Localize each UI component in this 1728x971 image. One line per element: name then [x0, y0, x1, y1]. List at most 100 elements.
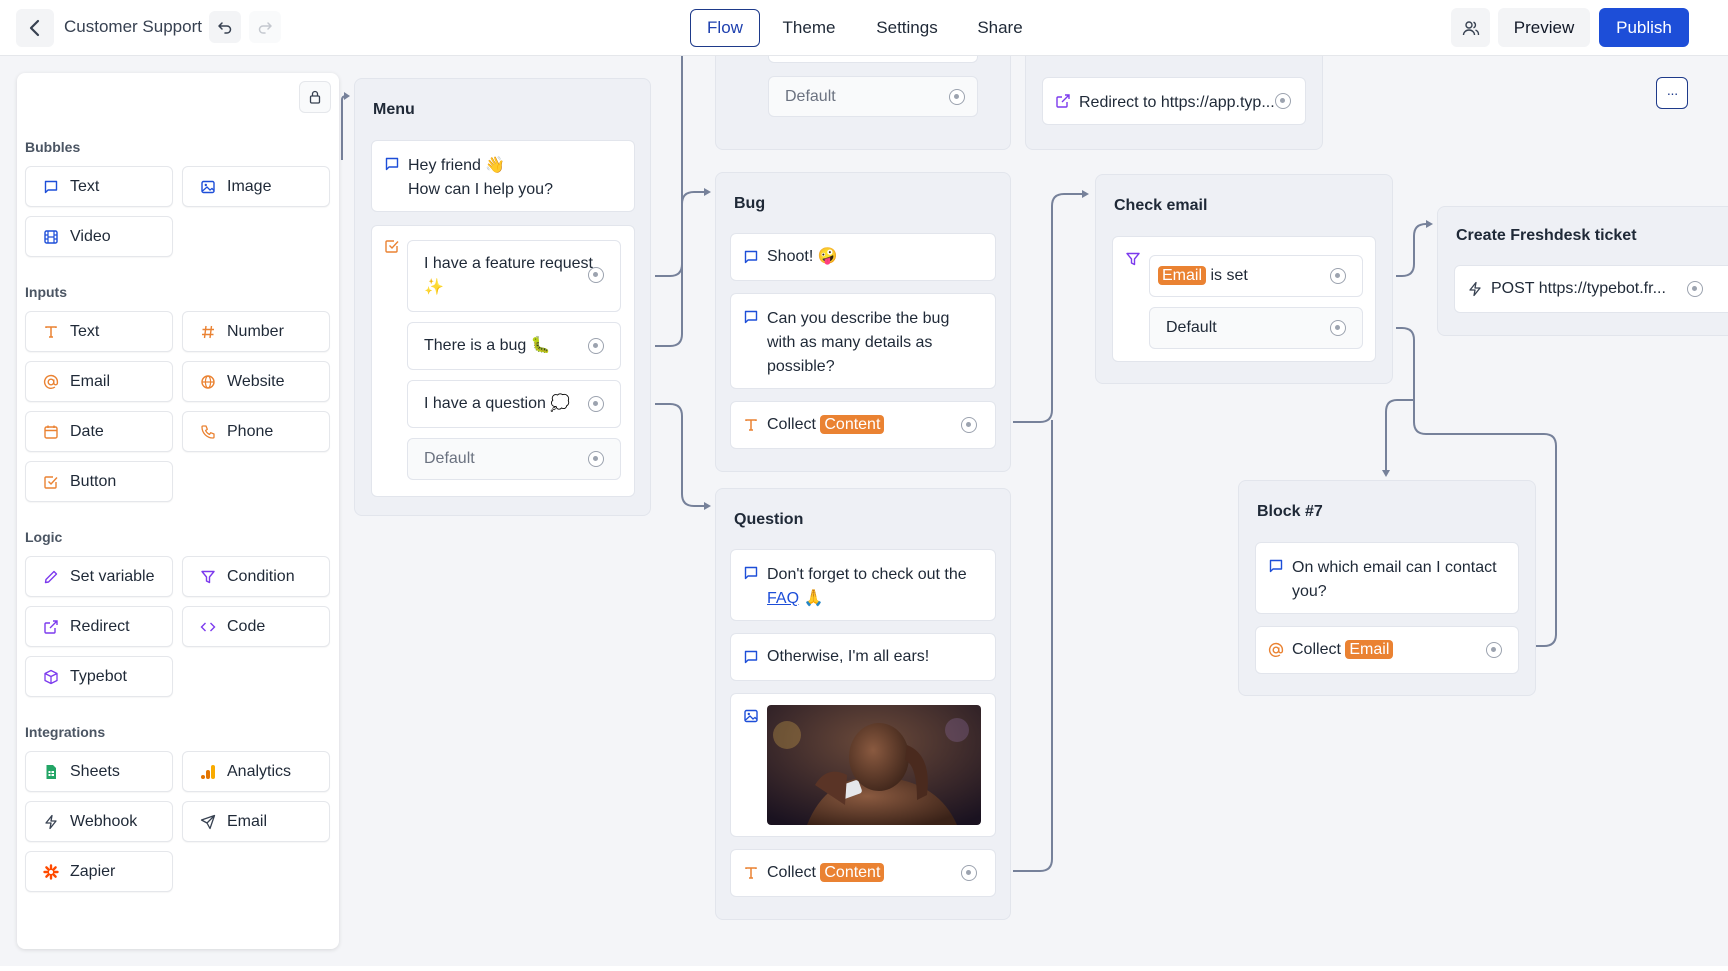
sidebar-item-condition[interactable]: Condition	[182, 556, 330, 597]
output-port[interactable]	[1330, 268, 1346, 284]
back-button[interactable]	[16, 9, 54, 47]
email-input[interactable]: Collect Email	[1255, 626, 1519, 674]
choice-item-bug[interactable]: There is a bug 🐛	[407, 322, 621, 370]
text-bubble[interactable]: Otherwise, I'm all ears!	[730, 633, 996, 681]
output-port[interactable]	[961, 417, 977, 433]
output-port[interactable]	[588, 396, 604, 412]
sidebar-item-date-input[interactable]: Date	[25, 411, 173, 452]
choice-item-feature[interactable]: I have a feature request ✨	[407, 240, 621, 312]
sidebar-item-analytics[interactable]: Analytics	[182, 751, 330, 792]
type-icon	[42, 323, 60, 341]
block-title[interactable]: Menu	[373, 101, 415, 119]
text-bubble[interactable]: Don't forget to check out the FAQ 🙏	[730, 549, 996, 621]
phone-icon	[199, 423, 217, 441]
sidebar-item-label: Redirect	[70, 617, 130, 635]
block-question[interactable]: Question Don't forget to check out the FA…	[715, 488, 1011, 920]
sidebar-item-typebot[interactable]: Typebot	[25, 656, 173, 697]
hash-icon	[199, 323, 217, 341]
text-bubble[interactable]: On which email can I contact you?	[1255, 542, 1519, 614]
buttons-input[interactable]: I have a feature request ✨ There is a bu…	[371, 225, 635, 497]
block-partial-redirect[interactable]: Redirect to https://app.typ...	[1025, 40, 1323, 150]
block-title[interactable]: Create Freshdesk ticket	[1456, 227, 1637, 245]
sidebar-item-number-input[interactable]: Number	[182, 311, 330, 352]
output-port[interactable]	[588, 267, 604, 283]
default-item[interactable]: Default	[768, 76, 978, 117]
sidebar-item-text-input[interactable]: Text	[25, 311, 173, 352]
block-7[interactable]: Block #7 On which email can I contact you…	[1238, 480, 1536, 696]
sidebar-item-label: Date	[70, 422, 104, 440]
block-title[interactable]: Check email	[1114, 197, 1207, 215]
block-title[interactable]: Block #7	[1257, 503, 1323, 521]
publish-button[interactable]: Publish	[1599, 8, 1689, 47]
webhook-item[interactable]: POST https://typebot.fr...	[1454, 265, 1728, 313]
variable-tag: Email	[1158, 266, 1207, 285]
box-icon	[42, 668, 60, 686]
code-icon	[199, 618, 217, 636]
text-input[interactable]: Collect Content	[730, 401, 996, 449]
block-title[interactable]: Question	[734, 511, 803, 529]
sidebar-item-website-input[interactable]: Website	[182, 361, 330, 402]
output-port[interactable]	[588, 451, 604, 467]
film-icon	[42, 228, 60, 246]
zapier-icon	[42, 863, 60, 881]
sidebar-item-label: Text	[70, 177, 100, 195]
output-port[interactable]	[1687, 281, 1703, 297]
output-port[interactable]	[961, 865, 977, 881]
sidebar-item-webhook[interactable]: Webhook	[25, 801, 173, 842]
block-title[interactable]: Bug	[734, 195, 765, 213]
block-menu[interactable]: Menu Hey friend 👋 How can I help you? I h…	[354, 78, 651, 516]
text-bubble[interactable]: Hey friend 👋 How can I help you?	[371, 140, 635, 212]
condition-item[interactable]: Email is set	[1149, 255, 1363, 297]
bot-title[interactable]: Customer Support	[64, 17, 202, 37]
block-bug[interactable]: Bug Shoot! 🤪 Can you describe the bug wit…	[715, 172, 1011, 472]
external-link-icon	[1055, 93, 1071, 109]
output-port[interactable]	[588, 338, 604, 354]
sidebar-item-email-input[interactable]: Email	[25, 361, 173, 402]
text-bubble[interactable]: Can you describe the bug with as many det…	[730, 293, 996, 389]
text-bubble[interactable]: Shoot! 🤪	[730, 233, 996, 281]
tab-flow[interactable]: Flow	[690, 9, 760, 47]
sidebar-item-phone-input[interactable]: Phone	[182, 411, 330, 452]
redo-button[interactable]	[249, 11, 281, 43]
sidebar-item-label: Webhook	[70, 812, 138, 830]
sidebar-item-image-bubble[interactable]: Image	[182, 166, 330, 207]
external-link-icon	[42, 618, 60, 636]
more-options-button[interactable]: ···	[1656, 77, 1688, 109]
sidebar-item-button-input[interactable]: Button	[25, 461, 173, 502]
image-icon	[743, 708, 759, 724]
default-item[interactable]: Default	[1149, 307, 1363, 349]
output-port[interactable]	[1486, 642, 1502, 658]
tab-share[interactable]: Share	[968, 9, 1032, 47]
sidebar-item-text-bubble[interactable]: Text	[25, 166, 173, 207]
undo-button[interactable]	[209, 11, 241, 43]
sidebar-item-code[interactable]: Code	[182, 606, 330, 647]
tab-theme[interactable]: Theme	[773, 9, 845, 47]
text-input[interactable]: Collect Content	[730, 849, 996, 897]
output-port[interactable]	[1275, 93, 1291, 109]
sidebar-item-set-variable[interactable]: Set variable	[25, 556, 173, 597]
output-port[interactable]	[1330, 320, 1346, 336]
image-bubble[interactable]	[730, 693, 996, 837]
faq-link[interactable]: FAQ	[767, 590, 799, 607]
sidebar-item-zapier[interactable]: Zapier	[25, 851, 173, 892]
sidebar-item-label: Video	[70, 227, 111, 245]
sidebar-item-video-bubble[interactable]: Video	[25, 216, 173, 257]
output-port[interactable]	[949, 89, 965, 105]
tab-settings[interactable]: Settings	[866, 9, 948, 47]
sidebar-item-redirect[interactable]: Redirect	[25, 606, 173, 647]
sidebar-item-sheets[interactable]: Sheets	[25, 751, 173, 792]
redirect-item[interactable]: Redirect to https://app.typ...	[1042, 77, 1306, 125]
block-create-freshdesk-ticket[interactable]: Create Freshdesk ticket POST https://typ…	[1437, 206, 1728, 336]
block-partial-top[interactable]: Default	[715, 37, 1011, 150]
sidebar-item-email-integration[interactable]: Email	[182, 801, 330, 842]
condition-input[interactable]: Email is set Default	[1112, 236, 1376, 362]
collaborators-button[interactable]	[1451, 8, 1490, 47]
default-item[interactable]: Default	[407, 438, 621, 480]
sidebar-item-label: Code	[227, 617, 266, 635]
preview-button[interactable]: Preview	[1498, 8, 1590, 47]
message-square-icon	[743, 249, 759, 265]
choice-item-question[interactable]: I have a question 💭	[407, 380, 621, 428]
lock-sidebar-button[interactable]	[299, 81, 331, 113]
sidebar-item-label: Text	[70, 322, 100, 340]
block-check-email[interactable]: Check email Email is set Default	[1095, 174, 1393, 384]
